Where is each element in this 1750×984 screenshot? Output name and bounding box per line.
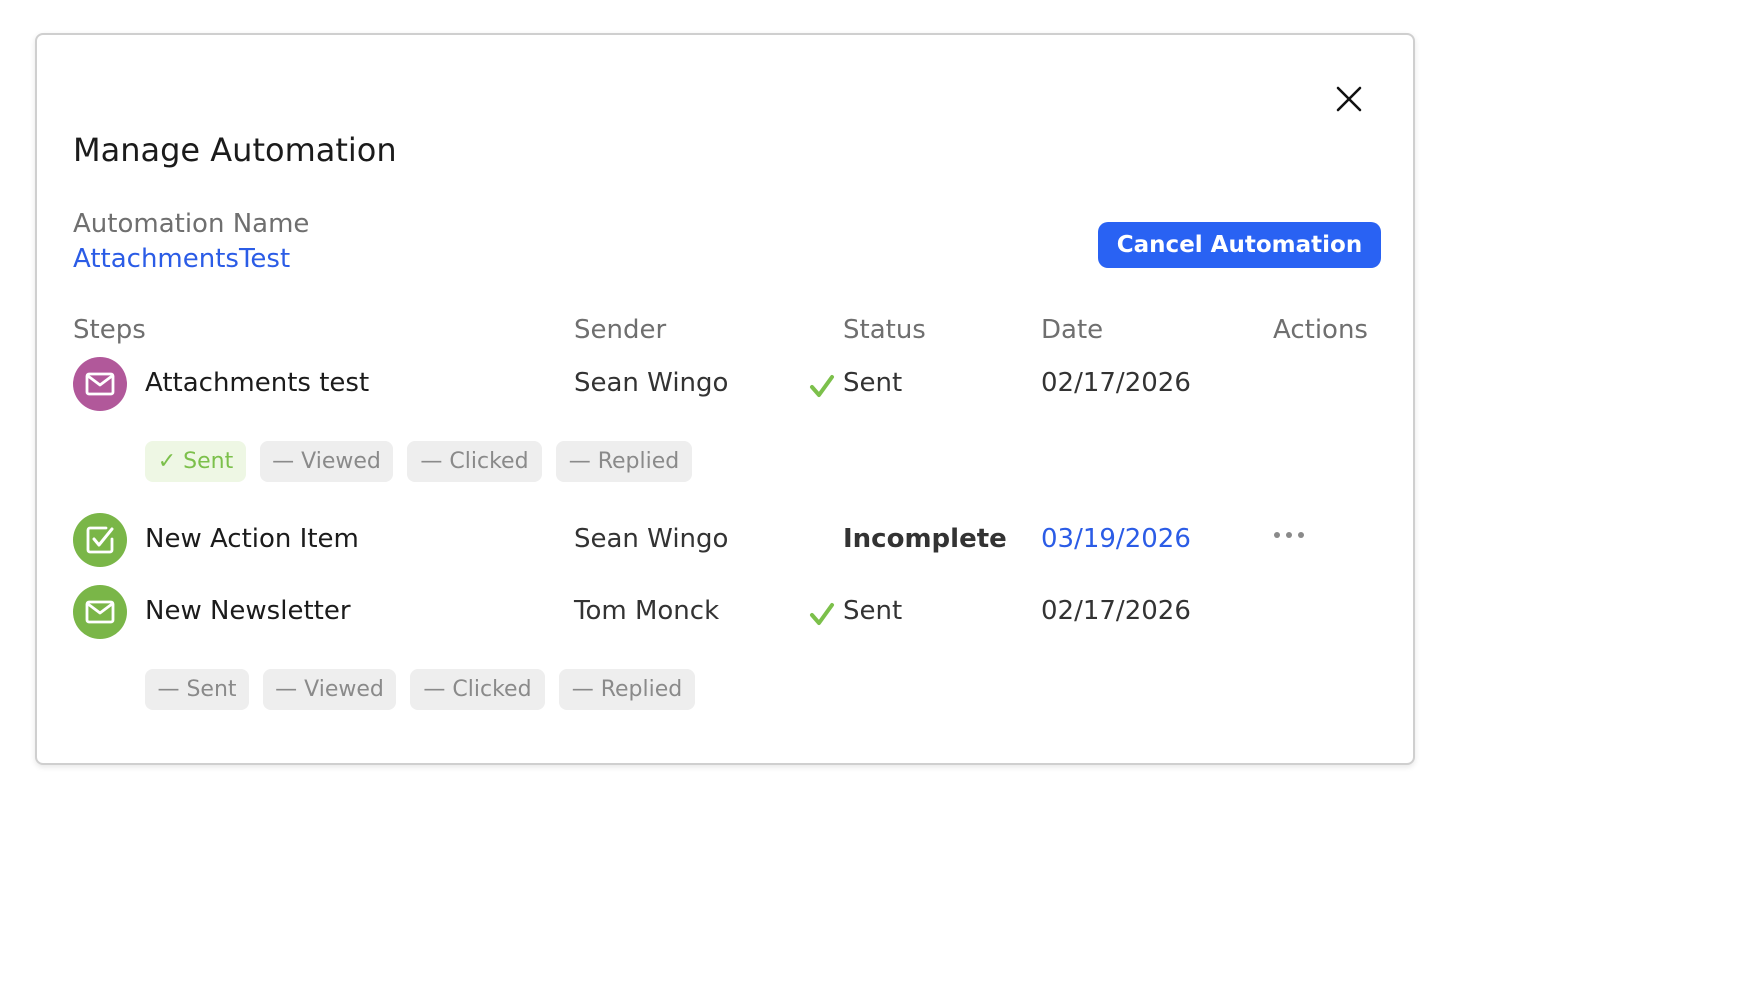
cancel-automation-button[interactable]: Cancel Automation bbox=[1098, 222, 1381, 268]
chip-replied: — Replied bbox=[559, 669, 695, 710]
header-date: Date bbox=[1041, 315, 1104, 345]
step-name[interactable]: Attachments test bbox=[145, 368, 369, 398]
manage-automation-modal: Manage Automation Automation Name Attach… bbox=[35, 33, 1415, 765]
step-icon-circle bbox=[73, 357, 127, 411]
automation-name-label: Automation Name bbox=[73, 209, 310, 239]
step-name[interactable]: New Action Item bbox=[145, 524, 359, 554]
task-check-icon bbox=[86, 526, 114, 554]
status-text: Sent bbox=[843, 368, 903, 398]
chip-replied: — Replied bbox=[556, 441, 692, 482]
automation-name-value[interactable]: AttachmentsTest bbox=[73, 244, 290, 274]
checkmark-icon bbox=[810, 603, 834, 625]
step-icon-circle bbox=[73, 513, 127, 567]
mail-icon bbox=[85, 600, 115, 624]
header-status: Status bbox=[843, 315, 926, 345]
header-steps: Steps bbox=[73, 315, 146, 345]
sender-name: Tom Monck bbox=[574, 596, 720, 626]
date-link[interactable]: 03/19/2026 bbox=[1041, 524, 1191, 554]
more-horizontal-icon[interactable] bbox=[1273, 531, 1305, 539]
close-icon[interactable] bbox=[1335, 85, 1363, 113]
chip-sent: ✓ Sent bbox=[145, 441, 246, 482]
status-text: Sent bbox=[843, 596, 903, 626]
more-actions-button[interactable] bbox=[1269, 523, 1309, 547]
chip-viewed: — Viewed bbox=[263, 669, 396, 710]
status-text: Incomplete bbox=[843, 524, 1007, 554]
chip-sent: — Sent bbox=[145, 669, 249, 710]
chip-viewed: — Viewed bbox=[260, 441, 393, 482]
sender-name: Sean Wingo bbox=[574, 524, 729, 554]
date-text: 02/17/2026 bbox=[1041, 368, 1191, 398]
chip-clicked: — Clicked bbox=[407, 441, 542, 482]
close-button[interactable] bbox=[1329, 79, 1369, 119]
date-text: 02/17/2026 bbox=[1041, 596, 1191, 626]
sender-name: Sean Wingo bbox=[574, 368, 729, 398]
step-icon-circle bbox=[73, 585, 127, 639]
chip-clicked: — Clicked bbox=[410, 669, 545, 710]
mail-icon bbox=[85, 372, 115, 396]
step-name[interactable]: New Newsletter bbox=[145, 596, 351, 626]
header-actions: Actions bbox=[1273, 315, 1368, 345]
checkmark-icon bbox=[810, 375, 834, 397]
header-sender: Sender bbox=[574, 315, 667, 345]
modal-title: Manage Automation bbox=[73, 131, 397, 169]
